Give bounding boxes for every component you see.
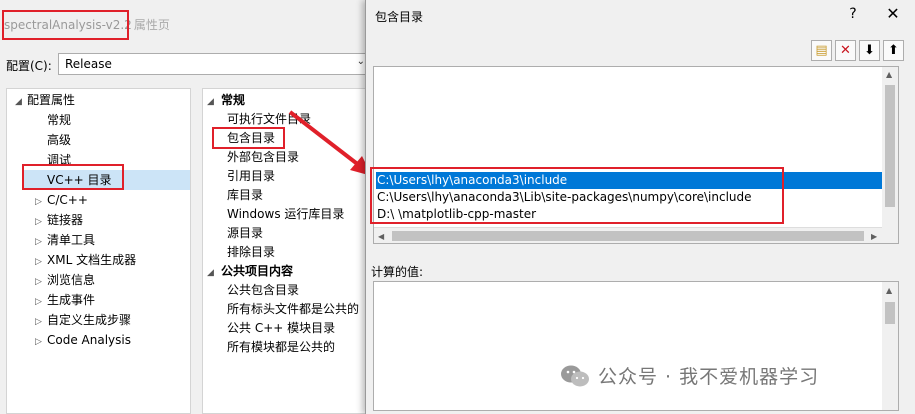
help-button[interactable]: ? — [843, 3, 863, 25]
tree-root[interactable]: ◢ 配置属性 — [15, 90, 75, 110]
close-button[interactable]: ✕ — [883, 3, 903, 25]
annotation-highlight-include-dirs — [212, 127, 285, 149]
expanded-triangle-icon: ◢ — [207, 268, 214, 278]
vertical-scrollbar[interactable]: ▲ — [882, 281, 899, 411]
new-folder-icon: ▤ — [815, 43, 828, 58]
arrow-up-icon: ⬆ — [888, 43, 899, 58]
collapsed-triangle-icon: ▷ — [35, 237, 42, 247]
tree-item[interactable]: ▷ Code Analysis — [35, 330, 131, 350]
scroll-up-icon[interactable]: ▲ — [886, 286, 892, 295]
collapsed-triangle-icon: ▷ — [35, 217, 42, 227]
property-item[interactable]: 排除目录 — [227, 243, 275, 262]
tree-item[interactable]: ▷ 生成事件 — [35, 290, 95, 310]
property-item[interactable]: 库目录 — [227, 186, 263, 205]
config-value: Release — [65, 57, 112, 71]
property-item[interactable]: 公共包含目录 — [227, 281, 299, 300]
tree-item[interactable]: 高级 — [35, 130, 71, 150]
horizontal-scrollbar[interactable]: ◀ ▶ — [374, 227, 883, 243]
tree-item[interactable]: ▷ C/C++ — [35, 190, 88, 210]
scroll-left-icon[interactable]: ◀ — [378, 232, 384, 241]
config-select[interactable]: Release ⌄ — [58, 53, 370, 75]
property-item[interactable]: 引用目录 — [227, 167, 275, 186]
tree-root-label: 配置属性 — [27, 93, 76, 107]
tree-item-label: C/C++ — [47, 193, 88, 207]
tree-item-label: 链接器 — [47, 213, 84, 227]
collapsed-triangle-icon: ▷ — [35, 257, 42, 267]
scroll-thumb[interactable] — [392, 231, 864, 241]
tree-item[interactable]: ▷ 清单工具 — [35, 230, 95, 250]
tree-item[interactable]: ▷ 链接器 — [35, 210, 83, 230]
tree-item[interactable]: 常规 — [35, 110, 71, 130]
annotation-highlight-directories — [370, 167, 784, 224]
expanded-triangle-icon: ◢ — [15, 97, 22, 107]
annotation-highlight-title — [2, 10, 129, 40]
dialog-title: 包含目录 — [375, 10, 424, 24]
title-suffix: 属性页 — [133, 18, 170, 32]
scroll-right-icon[interactable]: ▶ — [871, 232, 877, 241]
arrow-down-icon: ⬇ — [864, 43, 875, 58]
move-down-button[interactable]: ⬇ — [859, 40, 880, 61]
vertical-scrollbar[interactable]: ▲ — [882, 66, 899, 244]
section-general[interactable]: ◢ 常规 — [207, 91, 245, 110]
watermark: 公众号 · 我不爱机器学习 — [560, 362, 819, 389]
property-tree: ◢ 配置属性 常规 高级 调试 VC++ 目录 ▷ C/C++ ▷ 链接器 ▷ 清单工具 ▷ XML 文… — [6, 88, 191, 414]
tree-item-label: 常规 — [47, 113, 72, 127]
collapsed-triangle-icon: ▷ — [35, 297, 42, 307]
annotation-highlight-vc-dirs — [22, 164, 124, 190]
section-general-label: 常规 — [221, 93, 246, 107]
section-public[interactable]: ◢ 公共项目内容 — [207, 262, 293, 281]
collapsed-triangle-icon: ▷ — [35, 277, 42, 287]
property-item[interactable]: Windows 运行库目录 — [227, 205, 344, 224]
tree-item-label: Code Analysis — [47, 333, 131, 347]
expanded-triangle-icon: ◢ — [207, 97, 214, 107]
collapsed-triangle-icon: ▷ — [35, 337, 42, 347]
evaluated-value-box[interactable] — [373, 281, 889, 411]
tree-item[interactable]: ▷ XML 文档生成器 — [35, 250, 136, 270]
scroll-up-icon[interactable]: ▲ — [886, 70, 892, 79]
move-up-button[interactable]: ⬆ — [883, 40, 904, 61]
collapsed-triangle-icon: ▷ — [35, 197, 42, 207]
property-item[interactable]: 公共 C++ 模块目录 — [227, 319, 335, 338]
chevron-down-icon: ⌄ — [356, 56, 365, 67]
tree-item-label: 生成事件 — [47, 293, 96, 307]
tree-item-label: 自定义生成步骤 — [47, 313, 132, 327]
include-dirs-dialog: 包含目录 ? ✕ ▤ ✕ ⬇ ⬆ C:\Users\lhy\anaconda3\… — [365, 0, 915, 414]
wechat-icon — [561, 365, 589, 387]
tree-item-label: 高级 — [47, 133, 72, 147]
scroll-thumb[interactable] — [885, 85, 895, 207]
delete-button[interactable]: ✕ — [835, 40, 856, 61]
tree-item[interactable]: ▷ 自定义生成步骤 — [35, 310, 131, 330]
property-item[interactable]: 所有标头文件都是公共的 — [227, 300, 359, 319]
scroll-thumb[interactable] — [885, 302, 895, 324]
property-item[interactable]: 源目录 — [227, 224, 263, 243]
new-line-button[interactable]: ▤ — [811, 40, 832, 61]
tree-item-label: 浏览信息 — [47, 273, 96, 287]
section-public-label: 公共项目内容 — [221, 264, 294, 278]
tree-item-label: 清单工具 — [47, 233, 96, 247]
config-label: 配置(C): — [6, 59, 52, 73]
collapsed-triangle-icon: ▷ — [35, 317, 42, 327]
tree-item[interactable]: ▷ 浏览信息 — [35, 270, 95, 290]
tree-item-label: XML 文档生成器 — [47, 253, 137, 267]
property-item[interactable]: 所有模块都是公共的 — [227, 338, 335, 357]
evaluated-value-label: 计算的值: — [371, 265, 424, 279]
delete-icon: ✕ — [840, 43, 851, 58]
watermark-text: 公众号 · 我不爱机器学习 — [598, 366, 820, 388]
